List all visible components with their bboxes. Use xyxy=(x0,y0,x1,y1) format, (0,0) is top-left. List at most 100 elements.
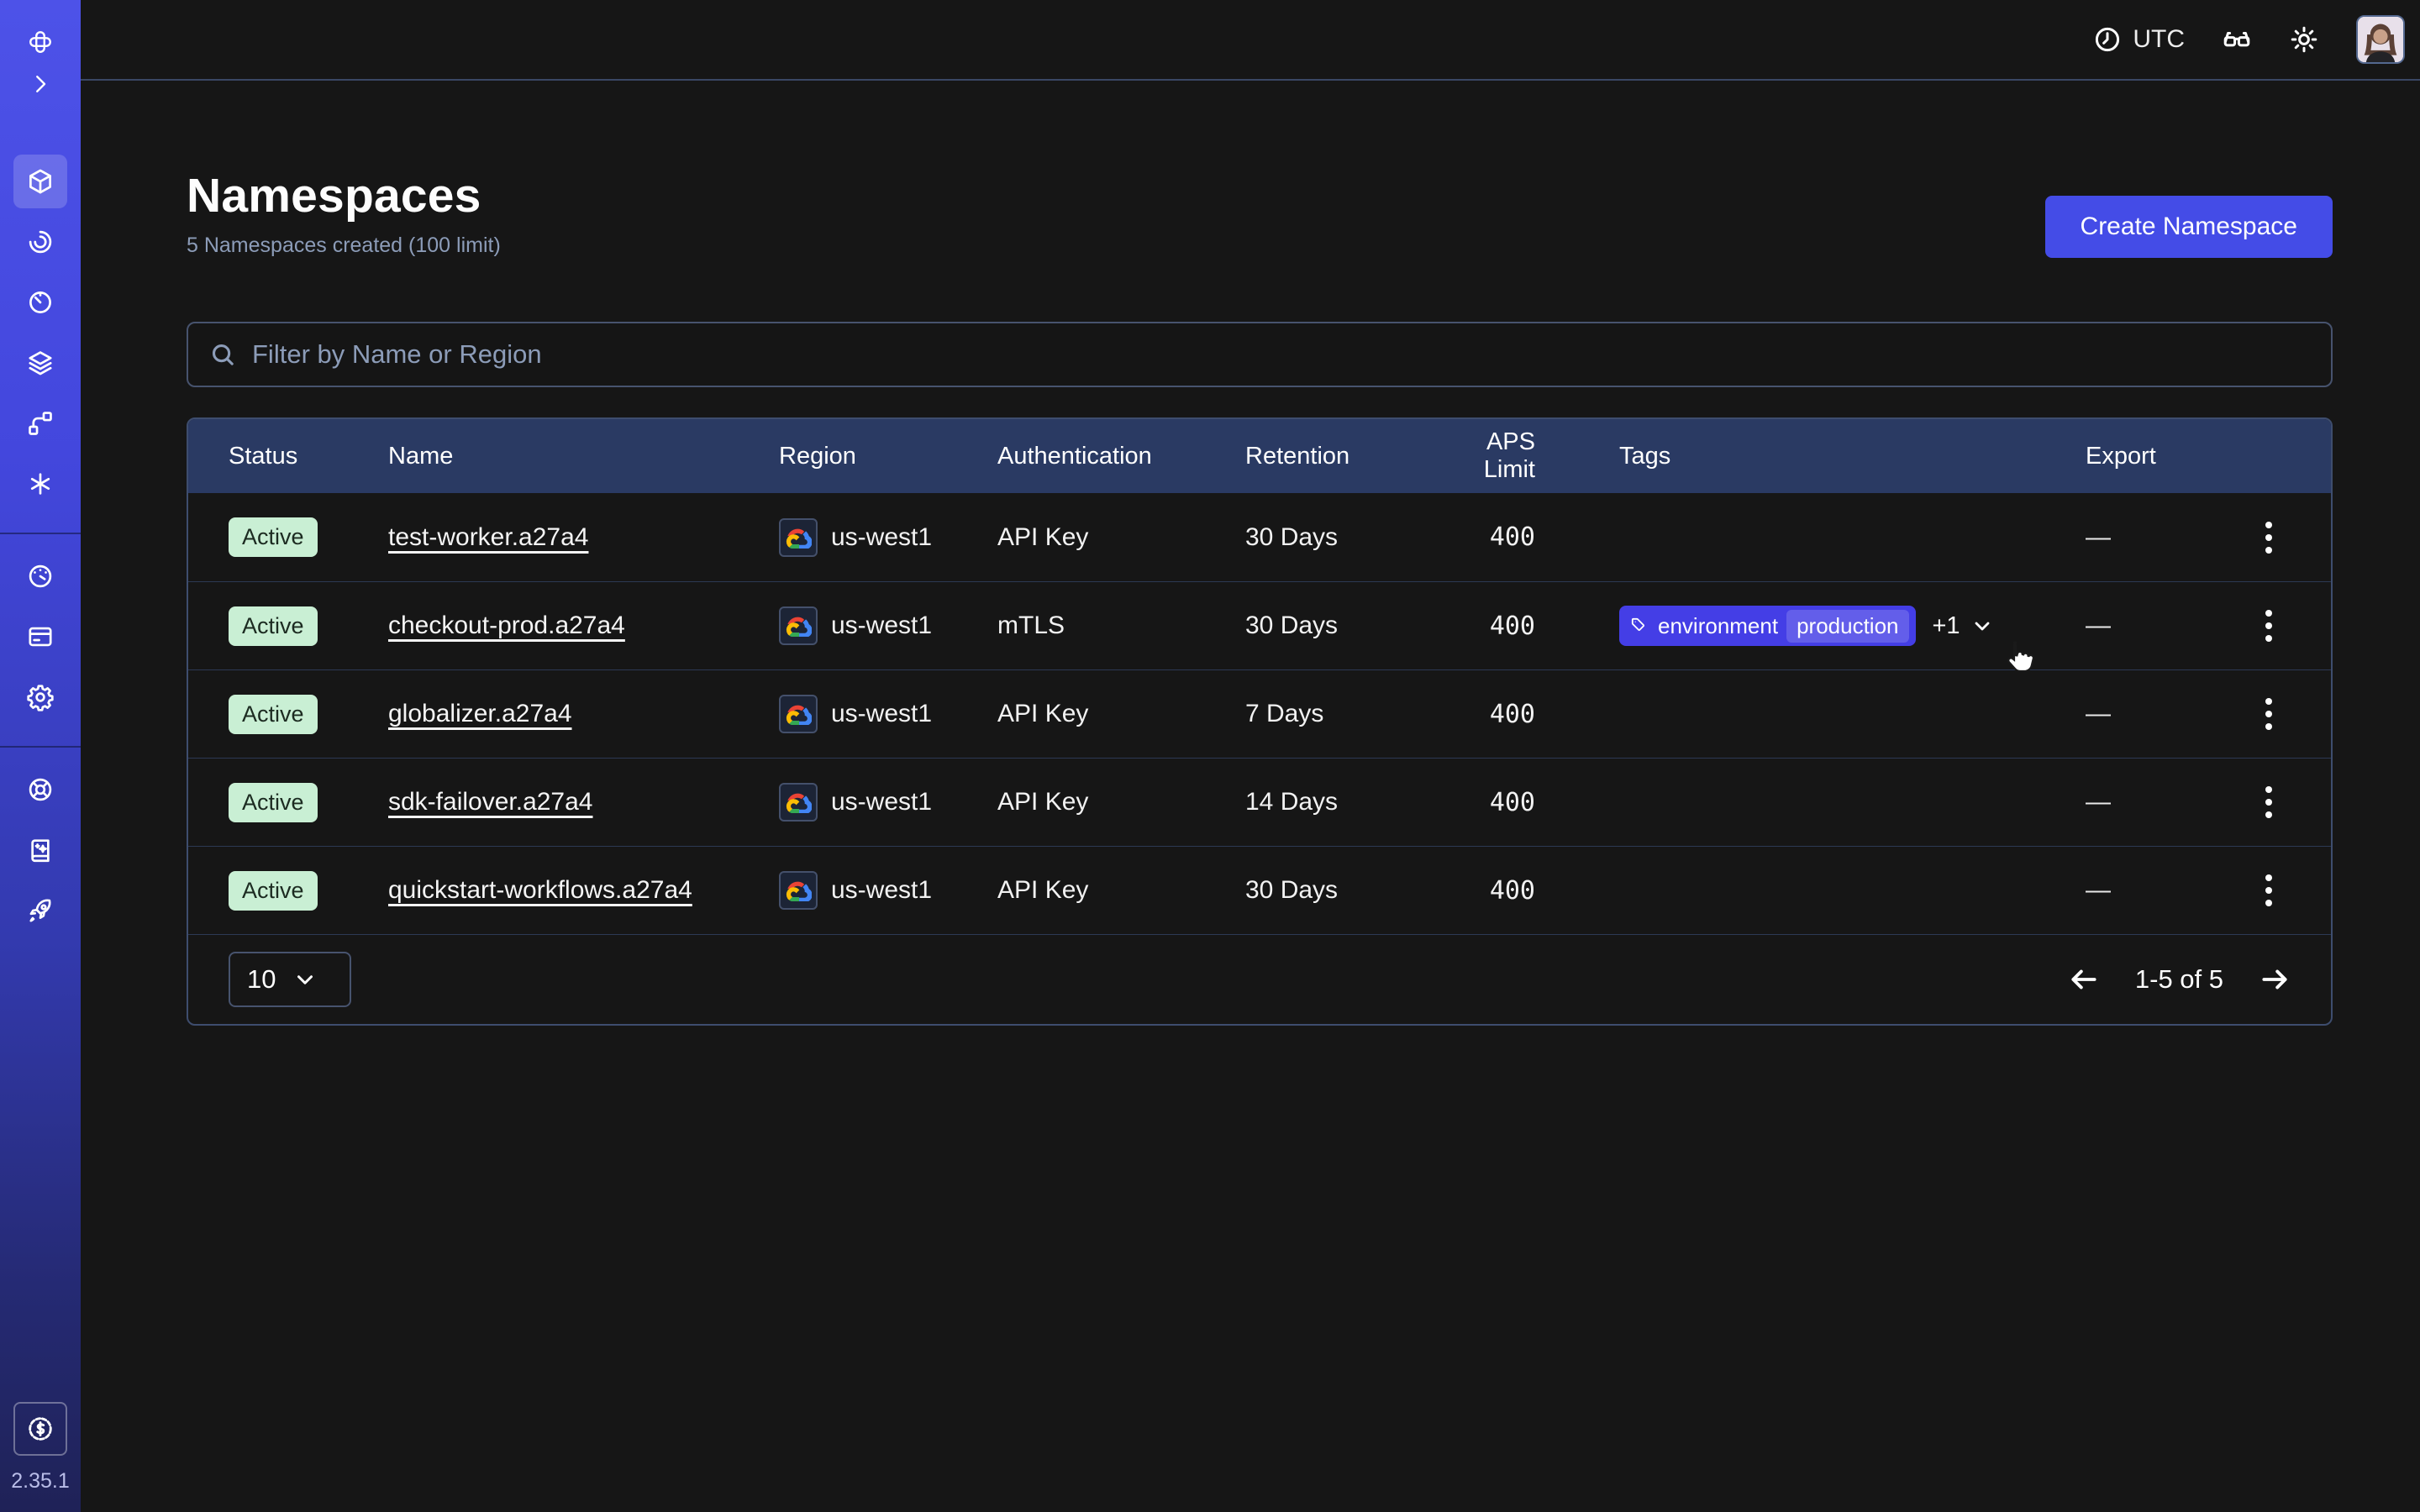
status-badge: Active xyxy=(229,517,318,557)
expand-chevron-icon[interactable] xyxy=(22,66,59,102)
app-window: 2.35.1 UTC Namespaces 5 Namespaces creat… xyxy=(0,0,2420,1512)
table-footer: 10 1-5 of 5 xyxy=(188,934,2331,1024)
tag-more-count[interactable]: +1 xyxy=(1933,612,1960,640)
next-page-button[interactable] xyxy=(2259,963,2291,995)
status-badge: Active xyxy=(229,695,318,734)
table-row: Active test-worker.a27a4 us-west1 API Ke… xyxy=(188,493,2331,581)
col-aps-limit: APS Limit xyxy=(1430,428,1535,484)
sidebar-item-getting-started[interactable] xyxy=(13,884,67,937)
gcp-cloud-icon xyxy=(779,518,818,557)
row-actions-menu[interactable] xyxy=(2247,864,2291,917)
auth-cell: mTLS xyxy=(997,612,1245,640)
arrow-right-icon xyxy=(2259,963,2291,995)
namespace-count: 5 Namespaces created (100 limit) xyxy=(187,234,501,258)
col-tags: Tags xyxy=(1535,443,2086,470)
row-actions-menu[interactable] xyxy=(2247,775,2291,829)
main-content: Namespaces 5 Namespaces created (100 lim… xyxy=(81,82,2420,1512)
temporal-logo[interactable] xyxy=(22,24,59,60)
col-region: Region xyxy=(779,443,997,470)
region-label: us-west1 xyxy=(831,876,932,905)
sidebar-item-deployments[interactable] xyxy=(13,336,67,390)
billing-card-icon xyxy=(26,622,55,651)
avatar[interactable] xyxy=(2356,15,2405,64)
region-label: us-west1 xyxy=(831,788,932,816)
dollar-badge-icon xyxy=(25,1414,55,1444)
col-export: Export xyxy=(2086,443,2220,470)
sun-icon[interactable] xyxy=(2289,24,2319,55)
namespace-link[interactable]: quickstart-workflows.a27a4 xyxy=(388,876,692,904)
aps-cell: 400 xyxy=(1430,612,1535,641)
filter-input[interactable]: Filter by Name or Region xyxy=(187,322,2333,387)
row-actions-menu[interactable] xyxy=(2247,599,2291,653)
col-status: Status xyxy=(229,443,388,470)
sidebar-item-docs[interactable] xyxy=(13,823,67,877)
tag-key: environment xyxy=(1658,613,1778,639)
export-cell: — xyxy=(2086,612,2220,640)
page-size-select[interactable]: 10 xyxy=(229,952,351,1007)
row-actions-menu[interactable] xyxy=(2247,511,2291,564)
gcp-cloud-icon xyxy=(779,695,818,733)
branch-icon xyxy=(26,409,55,438)
table-header: Status Name Region Authentication Retent… xyxy=(188,419,2331,493)
gcp-cloud-icon xyxy=(779,871,818,910)
namespaces-table: Status Name Region Authentication Retent… xyxy=(187,417,2333,1026)
sidebar: 2.35.1 xyxy=(0,0,81,1512)
export-cell: — xyxy=(2086,523,2220,552)
pricing-badge-button[interactable] xyxy=(13,1402,67,1456)
auth-cell: API Key xyxy=(997,876,1245,905)
sidebar-divider xyxy=(0,533,81,534)
namespace-link[interactable]: checkout-prod.a27a4 xyxy=(388,612,625,639)
sidebar-item-billing[interactable] xyxy=(13,610,67,664)
prev-page-button[interactable] xyxy=(2068,963,2100,995)
create-namespace-button[interactable]: Create Namespace xyxy=(2045,196,2333,258)
col-retention: Retention xyxy=(1245,443,1430,470)
sidebar-item-usage[interactable] xyxy=(13,549,67,603)
page-size-value: 10 xyxy=(247,964,276,995)
auth-cell: API Key xyxy=(997,788,1245,816)
timezone-selector[interactable]: UTC xyxy=(2092,24,2185,55)
region-label: us-west1 xyxy=(831,523,932,552)
sidebar-item-batch-operations[interactable] xyxy=(13,457,67,511)
region-label: us-west1 xyxy=(831,612,932,640)
auth-cell: API Key xyxy=(997,700,1245,728)
search-icon xyxy=(208,340,237,369)
chevron-down-icon[interactable] xyxy=(1970,614,1994,638)
gcp-cloud-icon xyxy=(779,783,818,822)
gcp-cloud-icon xyxy=(779,606,818,645)
aps-cell: 400 xyxy=(1430,700,1535,729)
sidebar-item-workflows[interactable] xyxy=(13,215,67,269)
table-row: Active globalizer.a27a4 us-west1 API Key… xyxy=(188,669,2331,758)
retention-cell: 30 Days xyxy=(1245,612,1430,640)
status-badge: Active xyxy=(229,783,318,822)
tag-chip[interactable]: environment production xyxy=(1619,606,1916,646)
sidebar-item-namespaces[interactable] xyxy=(13,155,67,208)
tags-cell: environment production +1 xyxy=(1535,606,2086,646)
namespace-link[interactable]: test-worker.a27a4 xyxy=(388,523,588,551)
retention-cell: 14 Days xyxy=(1245,788,1430,816)
sidebar-item-nexus[interactable] xyxy=(13,396,67,450)
namespace-link[interactable]: sdk-failover.a27a4 xyxy=(388,788,593,816)
table-body: Active test-worker.a27a4 us-west1 API Ke… xyxy=(188,493,2331,934)
aps-cell: 400 xyxy=(1430,876,1535,906)
filter-placeholder: Filter by Name or Region xyxy=(252,339,542,370)
export-cell: — xyxy=(2086,876,2220,905)
namespace-link[interactable]: globalizer.a27a4 xyxy=(388,700,572,727)
retention-cell: 7 Days xyxy=(1245,700,1430,728)
layers-icon xyxy=(26,349,55,377)
arrow-left-icon xyxy=(2068,963,2100,995)
row-actions-menu[interactable] xyxy=(2247,687,2291,741)
app-version: 2.35.1 xyxy=(11,1469,70,1494)
gear-icon xyxy=(26,683,55,711)
export-cell: — xyxy=(2086,700,2220,728)
sidebar-item-settings[interactable] xyxy=(13,670,67,724)
glasses-icon[interactable] xyxy=(2222,24,2252,55)
tag-value: production xyxy=(1786,610,1908,643)
sidebar-item-schedules[interactable] xyxy=(13,276,67,329)
chevron-down-icon xyxy=(292,967,318,992)
col-name: Name xyxy=(388,443,779,470)
retention-cell: 30 Days xyxy=(1245,523,1430,552)
page-title: Namespaces xyxy=(187,168,501,223)
book-sparkles-icon xyxy=(26,836,55,864)
timer-icon xyxy=(26,288,55,317)
sidebar-item-support[interactable] xyxy=(13,763,67,816)
